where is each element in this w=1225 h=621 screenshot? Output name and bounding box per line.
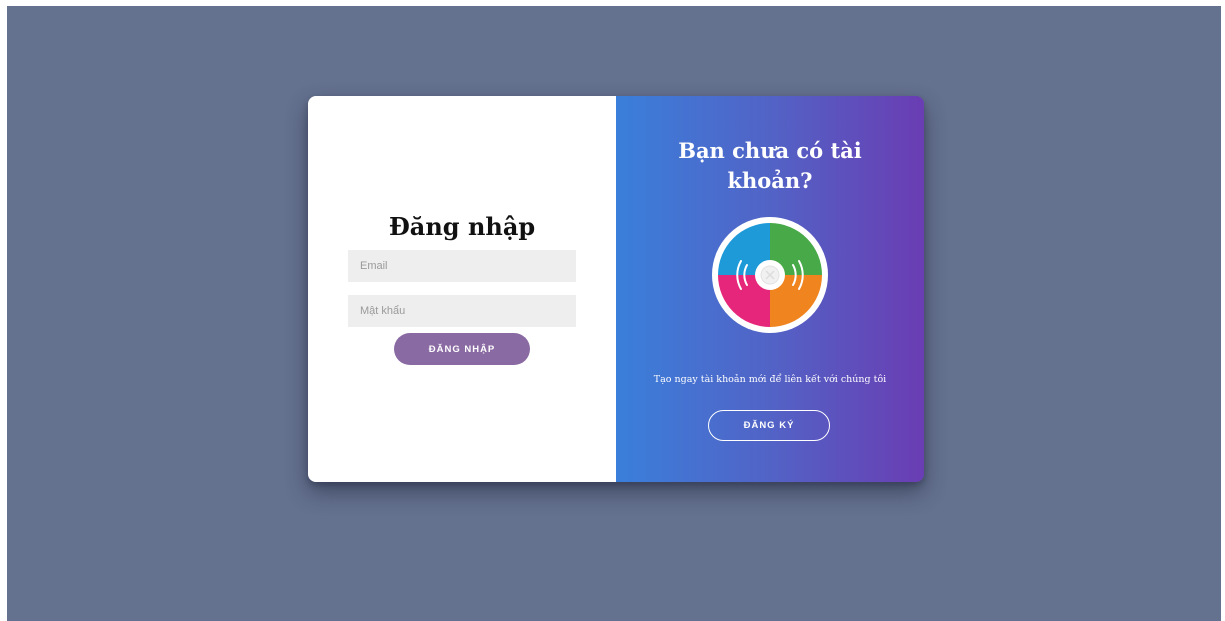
auth-card: Đăng nhập ĐĂNG NHẬP Bạn chưa có tài khoả… — [308, 96, 924, 482]
signup-panel: Bạn chưa có tài khoản? Tạo ngay tài khoả… — [616, 96, 924, 482]
password-input[interactable] — [348, 295, 576, 327]
login-panel: Đăng nhập ĐĂNG NHẬP — [308, 96, 616, 482]
login-button[interactable]: ĐĂNG NHẬP — [394, 333, 530, 365]
email-input[interactable] — [348, 250, 576, 282]
signup-title: Bạn chưa có tài khoản? — [678, 138, 862, 193]
page-background: Đăng nhập ĐĂNG NHẬP Bạn chưa có tài khoả… — [7, 6, 1221, 621]
signup-button[interactable]: ĐĂNG KÝ — [708, 410, 830, 441]
signup-description: Tạo ngay tài khoản mới để liên kết với c… — [653, 374, 887, 385]
vinyl-disc-icon — [711, 216, 829, 334]
login-title: Đăng nhập — [388, 212, 536, 241]
